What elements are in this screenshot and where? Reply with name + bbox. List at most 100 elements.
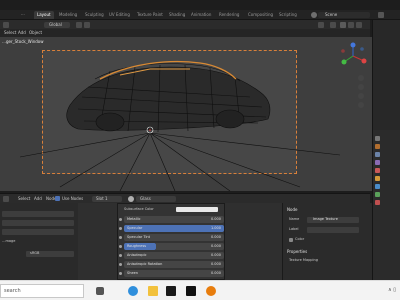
taskbar-search[interactable]: search [0, 284, 84, 298]
node-menu-add[interactable]: Add [34, 195, 42, 202]
principled-bsdf-node[interactable]: Subsurface Color Metallic 0.000 Specular… [117, 203, 225, 280]
task-view-icon[interactable] [96, 287, 104, 295]
modifier-tab-icon[interactable] [375, 184, 380, 189]
menu-edit[interactable]: ··· [18, 11, 28, 19]
color-label: Color [295, 237, 305, 241]
socket-dot[interactable] [119, 227, 122, 230]
search-placeholder: search [4, 288, 21, 294]
app-icon[interactable] [186, 286, 196, 296]
material-ball-icon[interactable] [128, 196, 134, 202]
socket-dot[interactable] [119, 218, 122, 221]
car-wireframe [19, 60, 341, 191]
node-section-header[interactable]: Node [287, 206, 297, 213]
row-value: 0.000 [210, 217, 221, 221]
properties-tabs [372, 130, 400, 280]
image-texture-node[interactable]: …mage sRGB [0, 203, 78, 280]
xray-icon[interactable] [330, 21, 336, 28]
color-checkbox[interactable] [289, 238, 293, 242]
tab-uv-editing[interactable]: UV Editing [106, 11, 133, 19]
snap-icon[interactable] [76, 21, 82, 28]
label-label: Label [289, 227, 299, 231]
tab-scripting[interactable]: Scripting [276, 11, 300, 19]
row-label: Sheen [127, 271, 138, 275]
camera-view-icon[interactable] [358, 93, 364, 99]
shading-solid-icon[interactable] [348, 21, 354, 28]
texture-mapping-header[interactable]: Texture Mapping [289, 257, 318, 264]
node-menu-select[interactable]: Select [18, 195, 30, 202]
node-field-2[interactable] [2, 220, 74, 226]
tab-animation[interactable]: Animation [188, 11, 214, 19]
socket-dot[interactable] [119, 245, 122, 248]
bsdf-row-roughness[interactable]: Roughness [119, 243, 156, 250]
zoom-icon[interactable] [358, 75, 364, 81]
object-tab-icon[interactable] [375, 176, 380, 181]
socket-dot[interactable] [119, 272, 122, 275]
bsdf-row-anisotropic[interactable]: Anisotropic 0.000 [119, 252, 224, 259]
material-name: Glass [140, 196, 151, 201]
edge-icon[interactable] [128, 286, 138, 296]
node-editor-header: Select Add Node Use Nodes Slot 1 Glass [0, 193, 370, 203]
tab-modeling[interactable]: Modeling [56, 11, 80, 19]
colorspace-label: sRGB [30, 251, 40, 255]
socket-dot[interactable] [119, 236, 122, 239]
3d-viewport[interactable]: …ger_Stock_Window [0, 37, 372, 191]
bsdf-row-specular-tint[interactable]: Specular Tint 0.000 [119, 234, 224, 241]
node-sidebar: Node Name Image Texture Label Color Prop… [282, 203, 372, 280]
system-tray[interactable]: ∧ ▯ [388, 287, 396, 293]
row-label: Anisotropic Rotation [127, 262, 163, 266]
scene-icon [311, 12, 317, 18]
tab-compositing[interactable]: Compositing [245, 11, 276, 19]
socket-dot[interactable] [119, 263, 122, 266]
bsdf-row-specular[interactable]: Specular 1.000 [119, 225, 224, 232]
blender-icon[interactable] [206, 286, 216, 296]
shading-wire-icon[interactable] [340, 21, 346, 28]
view-layer-icon[interactable] [378, 12, 384, 18]
store-icon[interactable] [166, 286, 176, 296]
data-tab-icon[interactable] [375, 192, 380, 197]
row-label: Anisotropic [127, 253, 147, 257]
row-label: Specular Tint [127, 235, 151, 239]
node-editor-type-icon[interactable] [3, 196, 9, 202]
bsdf-row-sheen[interactable]: Sheen 0.000 [119, 270, 224, 277]
use-nodes-label: Use Nodes [62, 196, 84, 201]
roughness-value-field[interactable]: 0.000 [156, 243, 224, 250]
tab-layout[interactable]: Layout [34, 11, 54, 19]
properties-section-header[interactable]: Properties [287, 248, 307, 255]
row-value: 1.000 [210, 226, 221, 230]
tab-shading[interactable]: Shading [166, 11, 188, 19]
label-field[interactable] [307, 227, 359, 233]
shading-material-icon[interactable] [356, 21, 362, 28]
socket-dot[interactable] [119, 254, 122, 257]
name-value: Image Texture [313, 217, 338, 221]
editor-type-icon[interactable] [3, 21, 9, 28]
outliner-panel[interactable] [372, 20, 400, 130]
menu-object[interactable]: Object [29, 29, 42, 36]
overlay-icon[interactable] [318, 21, 324, 28]
output-tab-icon[interactable] [375, 152, 380, 157]
file-explorer-icon[interactable] [148, 286, 158, 296]
world-tab-icon[interactable] [375, 168, 380, 173]
navigation-gizmo[interactable] [338, 41, 368, 71]
tab-texture-paint[interactable]: Texture Paint [134, 11, 166, 19]
scene-tab-icon[interactable] [375, 160, 380, 165]
menu-select[interactable]: Select [4, 29, 16, 36]
material-tab-icon[interactable] [375, 200, 380, 205]
menu-add[interactable]: Add [18, 29, 26, 36]
pan-hand-icon[interactable] [358, 84, 364, 90]
bsdf-row-anisotropic-rotation[interactable]: Anisotropic Rotation 0.000 [119, 261, 224, 268]
node-field-1[interactable] [2, 211, 74, 217]
tab-rendering[interactable]: Rendering [216, 11, 242, 19]
row-value: 0.000 [210, 271, 221, 275]
use-nodes-checkbox[interactable] [55, 196, 60, 201]
tab-sculpting[interactable]: Sculpting [82, 11, 107, 19]
subsurface-color-swatch[interactable] [176, 207, 218, 212]
bsdf-row-metallic[interactable]: Metallic 0.000 [119, 216, 224, 223]
scene-selector[interactable]: Scene [318, 12, 370, 18]
render-tab-icon[interactable] [375, 144, 380, 149]
perspective-grid-icon[interactable] [358, 102, 364, 108]
proportional-icon[interactable] [84, 21, 90, 28]
tool-tab-icon[interactable] [375, 136, 380, 141]
subsurface-color-label: Subsurface Color [124, 207, 154, 211]
windows-taskbar: search ∧ ▯ [0, 280, 400, 300]
node-field-3[interactable] [2, 229, 74, 235]
